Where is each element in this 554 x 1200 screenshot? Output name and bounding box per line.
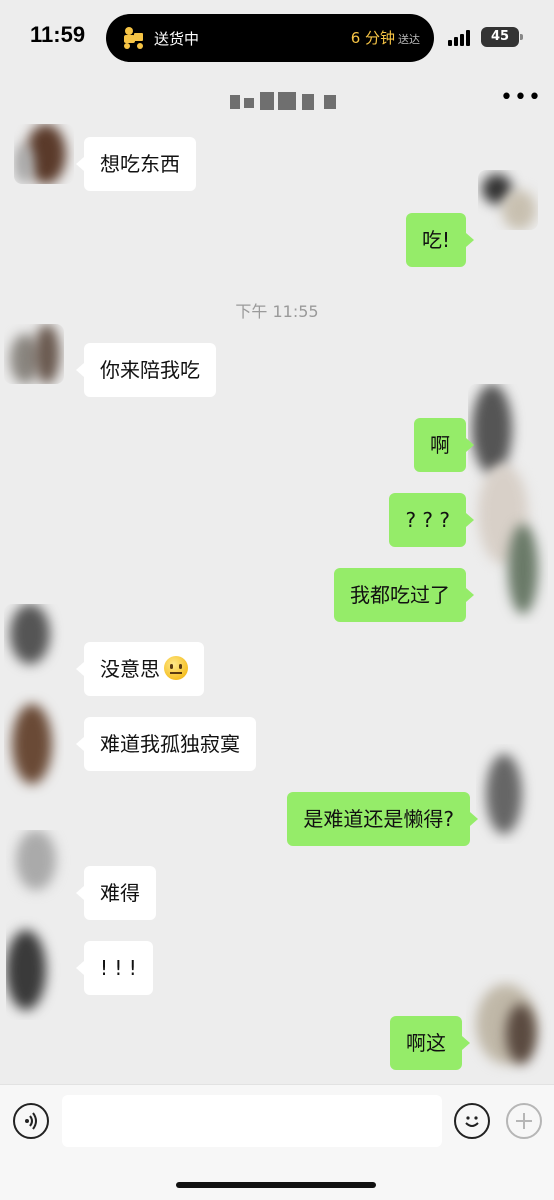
sent-message[interactable]: 我都吃过了 (334, 568, 474, 622)
message-input[interactable] (62, 1095, 442, 1147)
contact-avatar[interactable] (14, 124, 74, 184)
received-message[interactable]: 难道我孤独寂寞 (76, 717, 256, 771)
delivery-courier-icon (124, 27, 143, 49)
received-message[interactable]: 你来陪我吃 (76, 343, 216, 397)
received-message[interactable]: ! ! ! (76, 941, 153, 995)
received-message[interactable]: 没意思 (76, 642, 204, 696)
battery-indicator: 45 (481, 27, 523, 47)
message-timestamp: 下午 11:55 (235, 302, 319, 321)
dynamic-island-delivery[interactable]: 送货中 6 分钟 送达 (106, 14, 434, 62)
cellular-signal-icon (448, 30, 474, 46)
emoji-icon (465, 1116, 479, 1127)
neutral-face-emoji-icon (164, 656, 188, 680)
contact-name-redacted (230, 92, 338, 112)
more-options-button[interactable]: ••• (500, 86, 541, 116)
delivery-status-label: 送货中 (154, 30, 200, 48)
contact-avatar[interactable] (6, 830, 76, 1020)
more-dots-icon: ••• (500, 85, 542, 110)
more-functions-button[interactable] (506, 1103, 542, 1139)
message-text: 没意思 (100, 657, 160, 681)
my-avatar[interactable] (468, 384, 548, 624)
contact-avatar[interactable] (4, 604, 64, 804)
status-time: 11:59 (30, 22, 86, 47)
my-avatar[interactable] (466, 974, 552, 1084)
emoji-button[interactable] (454, 1103, 490, 1139)
received-message[interactable]: 难得 (76, 866, 156, 920)
voice-icon (25, 1112, 37, 1130)
home-indicator (176, 1182, 376, 1188)
sent-message[interactable]: 是难道还是懒得? (287, 792, 478, 846)
sent-message[interactable]: ? ? ? (389, 493, 474, 547)
sent-message[interactable]: 啊这 (390, 1016, 470, 1070)
message-list[interactable]: 下午 11:55 想吃东西 吃! 你来陪我吃 啊 ? ? ? 我都吃过了 没意思… (0, 124, 554, 1084)
status-bar: 11:59 送货中 6 分钟 送达 45 (0, 0, 554, 78)
my-avatar[interactable] (476, 744, 536, 844)
received-message[interactable]: 想吃东西 (76, 137, 196, 191)
delivery-eta: 6 分钟 送达 (350, 29, 420, 47)
my-avatar[interactable] (478, 170, 538, 230)
sent-message[interactable]: 吃! (405, 213, 475, 267)
voice-input-button[interactable] (13, 1103, 49, 1139)
sent-message[interactable]: 啊 (414, 418, 474, 472)
contact-avatar[interactable] (4, 324, 64, 384)
chat-header: ••• (0, 78, 554, 124)
